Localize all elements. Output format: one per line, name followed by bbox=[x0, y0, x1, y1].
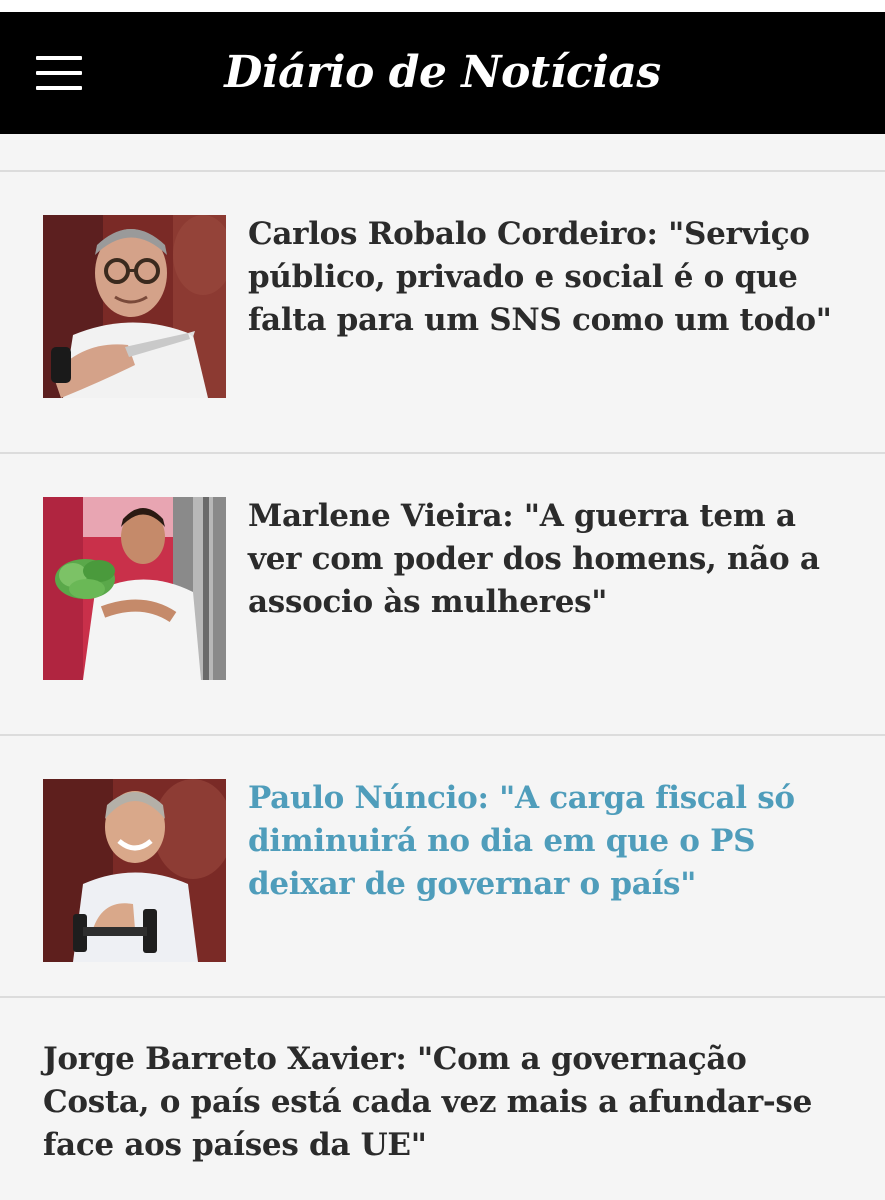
article-thumbnail[interactable] bbox=[43, 497, 226, 680]
article-item[interactable]: Jorge Barreto Xavier: "Com a governação … bbox=[0, 998, 885, 1200]
article-headline[interactable]: Carlos Robalo Cordeiro: "Serviço público… bbox=[248, 213, 853, 342]
article-item[interactable]: Paulo Núncio: "A carga fiscal só diminui… bbox=[0, 736, 885, 996]
status-strip bbox=[0, 0, 885, 12]
site-logo[interactable]: Diário de Notícias bbox=[0, 12, 885, 134]
site-header: Diário de Notícias bbox=[0, 12, 885, 134]
menu-bar bbox=[36, 86, 82, 90]
article-headline[interactable]: Jorge Barreto Xavier: "Com a governação … bbox=[43, 1038, 843, 1167]
article-headline[interactable]: Marlene Vieira: "A guerra tem a ver com … bbox=[248, 495, 853, 624]
menu-bar bbox=[36, 56, 82, 60]
hamburger-menu-icon[interactable] bbox=[36, 56, 82, 92]
article-headline[interactable]: Paulo Núncio: "A carga fiscal só diminui… bbox=[248, 777, 853, 906]
article-thumbnail[interactable] bbox=[43, 779, 226, 962]
article-item[interactable]: Carlos Robalo Cordeiro: "Serviço público… bbox=[0, 172, 885, 452]
article-thumbnail[interactable] bbox=[43, 215, 226, 398]
menu-bar bbox=[36, 71, 82, 75]
article-item[interactable]: Marlene Vieira: "A guerra tem a ver com … bbox=[0, 454, 885, 734]
